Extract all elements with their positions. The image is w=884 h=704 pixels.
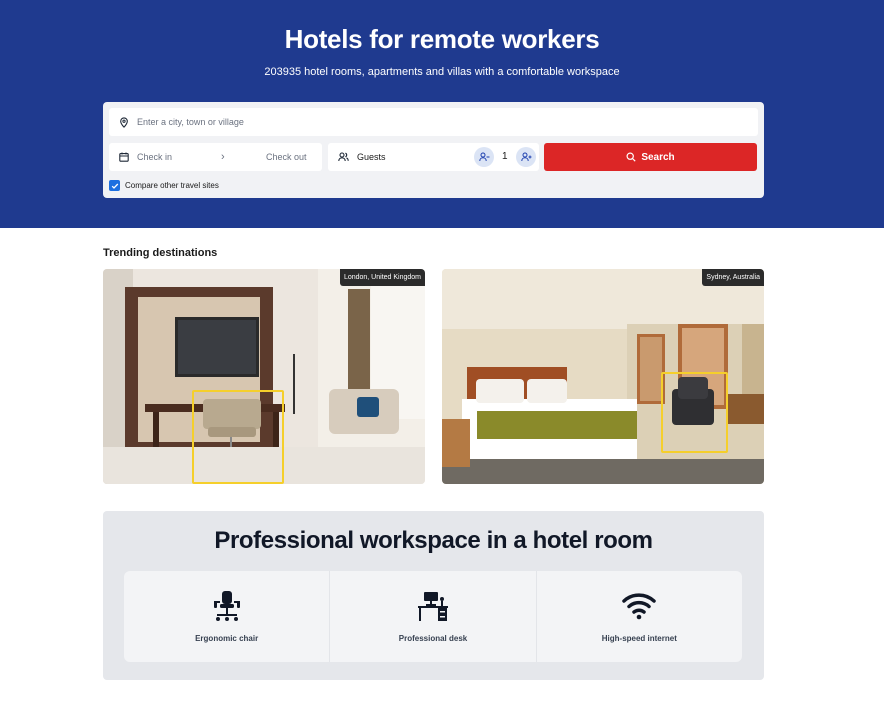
wifi-icon bbox=[622, 589, 657, 623]
chair-highlight bbox=[192, 390, 284, 484]
workspace-title: Professional workspace in a hotel room bbox=[214, 527, 653, 554]
destination-card-sydney[interactable]: Sydney, Australia bbox=[442, 269, 764, 484]
guests-field[interactable]: Guests 1 bbox=[328, 143, 539, 171]
compare-sites-checkbox[interactable]: Compare other travel sites bbox=[109, 180, 219, 191]
feature-label: Ergonomic chair bbox=[195, 634, 259, 643]
destination-placeholder: Enter a city, town or village bbox=[137, 117, 244, 127]
hero-subtitle: 203935 hotel rooms, apartments and villa… bbox=[264, 66, 620, 78]
feature-high-speed-internet: High-speed internet bbox=[535, 571, 742, 662]
office-chair-icon bbox=[212, 589, 242, 623]
guests-label: Guests bbox=[357, 152, 386, 162]
calendar-icon bbox=[119, 152, 129, 162]
destination-location: London, United Kingdom bbox=[339, 269, 425, 286]
add-guest-button[interactable] bbox=[516, 147, 536, 167]
guest-count: 1 bbox=[502, 151, 508, 162]
feature-professional-desk: Professional desk bbox=[329, 571, 535, 662]
feature-ergonomic-chair: Ergonomic chair bbox=[124, 571, 329, 662]
destination-input[interactable]: Enter a city, town or village bbox=[109, 108, 758, 136]
compare-label: Compare other travel sites bbox=[125, 181, 219, 190]
feature-label: Professional desk bbox=[398, 634, 468, 643]
checkmark-icon bbox=[111, 183, 118, 189]
destination-location: Sydney, Australia bbox=[702, 269, 764, 286]
add-user-icon bbox=[520, 152, 531, 162]
search-button[interactable]: Search bbox=[544, 143, 757, 171]
search-icon bbox=[626, 152, 636, 162]
chair-highlight bbox=[661, 372, 728, 453]
remove-user-icon bbox=[478, 152, 489, 162]
hero-banner: Hotels for remote workers 203935 hotel r… bbox=[0, 0, 884, 228]
search-form: Enter a city, town or village Check in ›… bbox=[103, 102, 764, 198]
feature-label: High-speed internet bbox=[601, 634, 677, 643]
date-range-field[interactable]: Check in › Check out bbox=[109, 143, 322, 171]
page-title: Hotels for remote workers bbox=[284, 24, 600, 54]
workspace-section: Professional workspace in a hotel room E… bbox=[103, 511, 764, 680]
check-out-input[interactable]: Check out bbox=[266, 152, 307, 162]
search-button-label: Search bbox=[641, 151, 675, 163]
destination-card-london[interactable]: London, United Kingdom bbox=[103, 269, 425, 484]
check-in-input[interactable]: Check in bbox=[137, 152, 172, 162]
remove-guest-button[interactable] bbox=[474, 147, 494, 167]
features-list: Ergonomic chair Professional desk High-s… bbox=[124, 571, 742, 662]
desk-icon bbox=[417, 589, 449, 623]
trending-title: Trending destinations bbox=[103, 247, 218, 259]
chevron-right-icon: › bbox=[221, 151, 225, 163]
pin-icon bbox=[119, 116, 129, 128]
users-icon bbox=[338, 152, 349, 162]
checkbox-checked[interactable] bbox=[109, 180, 120, 191]
